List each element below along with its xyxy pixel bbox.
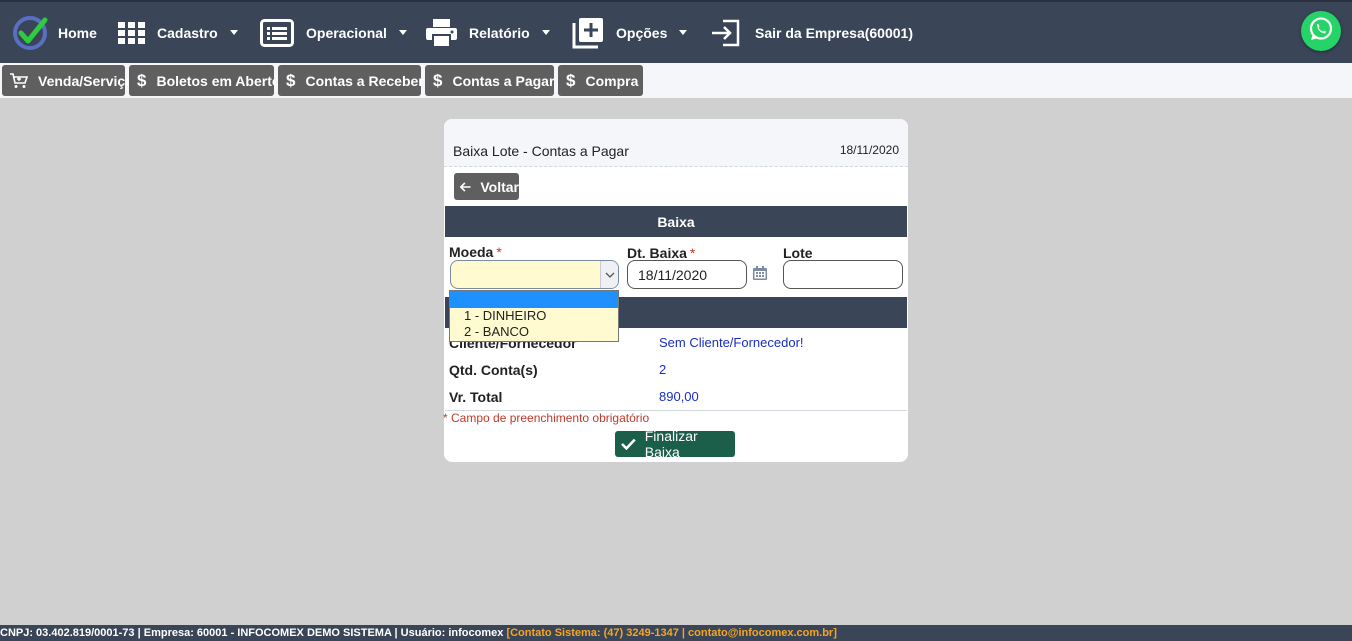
nav-cadastro-label: Cadastro [157,24,218,41]
back-button-label: Voltar [480,178,519,195]
nav-operacional[interactable]: Operacional [260,2,407,63]
printer-icon [426,18,457,47]
cart-icon [10,72,28,89]
required-note: * Campo de preenchimento obrigatório [443,411,650,425]
check-icon [621,438,636,450]
required-mark: * [496,244,502,260]
nav-sair-label: Sair da Empresa(60001) [755,24,913,41]
chevron-down-icon[interactable] [600,261,618,288]
section-baixa-header: Baixa [445,206,907,237]
shortcut-label: Compra [585,72,639,89]
lote-label: Lote [783,245,813,261]
lote-field[interactable] [783,260,903,289]
shortcut-compra[interactable]: $ Compra [558,65,643,96]
section-baixa-title: Baixa [657,213,695,230]
footer-contact: [Contato Sistema: (47) 3249-1347 | conta… [506,627,837,639]
logo-check-icon [11,14,49,52]
total-value: 890,00 [659,389,699,404]
dollar-icon: $ [286,70,296,90]
shortcut-contas-pagar[interactable]: $ Contas a Pagar [425,65,554,96]
shortcut-label: Venda/Serviço [38,72,134,89]
dt-baixa-value: 18/11/2020 [638,266,708,283]
list-icon [260,18,294,47]
qtd-value: 2 [659,362,667,377]
chevron-down-icon [229,30,238,35]
add-box-icon [572,17,604,49]
nav-home[interactable]: Home [11,2,97,63]
baixa-lote-panel: Baixa Lote - Contas a Pagar 18/11/2020 V… [443,119,908,462]
nav-relatorio-label: Relatório [469,24,530,41]
exit-icon [711,19,741,47]
whatsapp-button[interactable] [1301,11,1341,51]
arrow-left-icon [460,181,471,192]
dt-baixa-label-text: Dt. Baixa [627,245,687,261]
footer-info: CNPJ: 03.402.819/0001-73 | Empresa: 6000… [0,627,507,639]
dt-baixa-field[interactable]: 18/11/2020 [627,260,747,289]
shortcut-bar: Venda/Serviço $ Boletos em Aberto $ Cont… [0,63,1352,98]
shortcut-venda-servico[interactable]: Venda/Serviço [2,65,134,96]
lote-label-text: Lote [783,245,813,261]
back-button[interactable]: Voltar [454,173,519,200]
total-label: Vr. Total [449,389,503,405]
shortcut-label: Contas a Receber [305,72,424,89]
shortcut-contas-receber[interactable]: $ Contas a Receber [278,65,424,96]
moeda-option-dinheiro[interactable]: 1 - DINHEIRO [450,308,618,324]
dollar-icon: $ [433,70,443,90]
shortcut-label: Contas a Pagar [452,72,555,89]
moeda-select[interactable] [450,260,619,289]
finalizar-baixa-label: Finalizar Baixa [644,428,698,460]
dollar-icon: $ [137,70,147,90]
nav-opcoes-label: Opções [616,24,668,41]
moeda-option-blank[interactable] [450,291,618,308]
dollar-icon: $ [566,70,576,90]
nav-opcoes[interactable]: Opções [572,2,688,63]
status-footer: CNPJ: 03.402.819/0001-73 | Empresa: 6000… [0,625,1352,641]
nav-sair-empresa[interactable]: Sair da Empresa(60001) [711,2,913,63]
finalizar-baixa-button[interactable]: Finalizar Baixa [615,428,735,460]
required-mark: * [689,245,696,261]
grid-icon [118,21,145,44]
moeda-option-banco[interactable]: 2 - BANCO [450,324,618,340]
qtd-label: Qtd. Conta(s) [449,362,538,378]
calendar-icon[interactable] [753,266,767,285]
panel-title: Baixa Lote - Contas a Pagar [453,143,629,159]
moeda-label-text: Moeda [449,244,494,260]
chevron-down-icon [398,30,407,35]
panel-header: Baixa Lote - Contas a Pagar 18/11/2020 [444,119,908,167]
chevron-down-icon [679,30,688,35]
dt-baixa-label: Dt. Baixa * [627,245,695,261]
moeda-label: Moeda * [449,244,502,260]
shortcut-boletos-aberto[interactable]: $ Boletos em Aberto [129,65,280,96]
nav-relatorio[interactable]: Relatório [426,2,550,63]
panel-date: 18/11/2020 [839,143,899,157]
chevron-down-icon [541,30,550,35]
moeda-dropdown-list: 1 - DINHEIRO 2 - BANCO [449,290,619,342]
nav-cadastro[interactable]: Cadastro [118,2,238,63]
top-navbar: Home Cadastro Operacional Relatório Opçõ… [0,0,1352,63]
nav-home-label: Home [58,24,97,41]
nav-operacional-label: Operacional [306,24,387,41]
whatsapp-icon [1308,16,1334,47]
shortcut-label: Boletos em Aberto [156,72,281,89]
cliente-value: Sem Cliente/Fornecedor! [659,335,804,350]
